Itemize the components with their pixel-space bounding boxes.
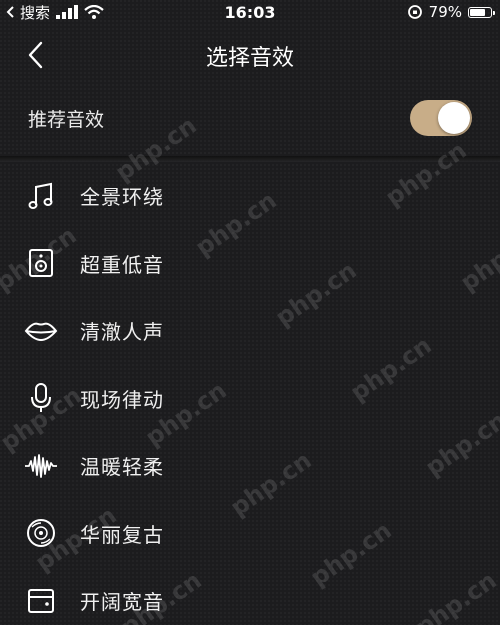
effect-item-panorama[interactable]: 全景环绕 (0, 162, 500, 230)
music-note-icon (24, 179, 58, 213)
recommend-row: 推荐音效 (0, 88, 500, 148)
page-title: 选择音效 (205, 46, 294, 71)
effect-label: 清澈人声 (80, 320, 164, 345)
back-arrow-small-icon (6, 6, 14, 18)
effect-label: 华丽复古 (80, 522, 164, 547)
effect-item-retro[interactable]: 华丽复古 (0, 500, 500, 568)
status-right: 79% (407, 3, 495, 21)
effect-label: 超重低音 (80, 252, 164, 277)
waveform-icon (24, 449, 58, 483)
carrier-label[interactable]: 搜索 (20, 2, 50, 23)
effect-label: 温暖轻柔 (80, 455, 164, 480)
vinyl-record-icon (24, 516, 58, 550)
toggle-knob (438, 102, 470, 134)
recommend-toggle[interactable] (410, 100, 472, 136)
wide-speaker-icon (24, 584, 58, 618)
effect-item-wide[interactable]: 开阔宽音 (0, 567, 500, 625)
rotation-lock-icon (407, 5, 422, 19)
battery-icon (468, 6, 495, 18)
battery-percent: 79% (428, 3, 462, 21)
effect-item-bass[interactable]: 超重低音 (0, 230, 500, 298)
status-bar: 搜索 16:03 79% (0, 0, 500, 24)
effect-list: 全景环绕 超重低音 清澈人声 现场律动 温暖轻柔 华丽复古 开阔宽音 (0, 162, 500, 625)
battery-fill (470, 8, 486, 16)
effect-item-warm[interactable]: 温暖轻柔 (0, 432, 500, 500)
microphone-icon (24, 381, 58, 415)
speaker-icon (24, 246, 58, 280)
effect-label: 全景环绕 (80, 185, 164, 210)
status-left: 搜索 (6, 2, 104, 23)
effect-item-vocal[interactable]: 清澈人声 (0, 297, 500, 365)
wifi-icon (84, 5, 104, 19)
nav-bar: 选择音效 (0, 30, 500, 80)
effect-item-live[interactable]: 现场律动 (0, 365, 500, 433)
effect-label: 现场律动 (80, 387, 164, 412)
signal-icon (56, 5, 79, 19)
lips-icon (24, 314, 58, 348)
effect-label: 开阔宽音 (80, 590, 164, 615)
recommend-label: 推荐音效 (28, 108, 105, 131)
